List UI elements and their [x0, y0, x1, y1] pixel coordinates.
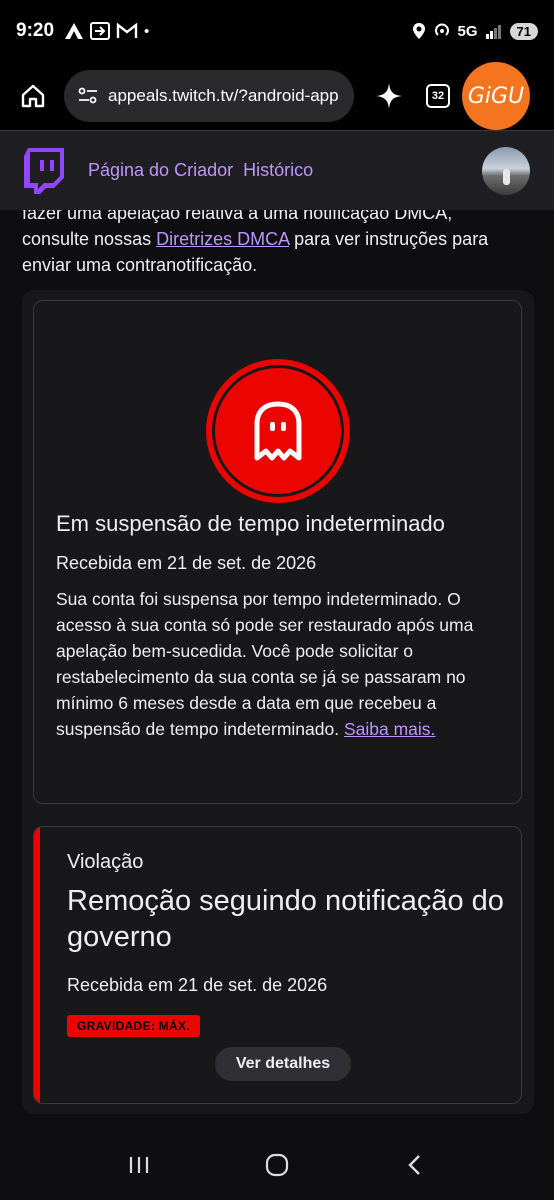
avatar[interactable]: [482, 146, 530, 195]
suspension-status-badge: [206, 359, 350, 503]
home-button[interactable]: [18, 81, 48, 111]
recent-apps-icon: [129, 1157, 149, 1173]
home-circle-icon: [265, 1153, 289, 1177]
mail-icon: [116, 23, 138, 39]
twitch-logo-icon[interactable]: [24, 147, 64, 194]
site-header: Página do Criador Histórico: [0, 130, 554, 210]
url-text: appeals.twitch.tv/?android-app: [108, 86, 339, 105]
home-icon: [21, 84, 45, 108]
severity-badge: GRAVIDADE: MÁX.: [67, 1015, 200, 1037]
nav-history[interactable]: Histórico: [243, 160, 313, 181]
status-time: 9:20: [16, 20, 55, 41]
violation-title: Remoção seguindo notificação do governo: [67, 885, 504, 953]
back-button[interactable]: [395, 1145, 435, 1185]
battery-level: 71: [509, 22, 538, 40]
status-bar: 9:20 • 5G 71: [0, 0, 554, 62]
violation-card: Violação Remoção seguindo notificação do…: [33, 826, 522, 1104]
hotspot-icon: [433, 22, 451, 40]
location-icon: [412, 22, 426, 40]
browser-toolbar: appeals.twitch.tv/?android-app 32 GiGU: [0, 62, 554, 130]
suspension-body-text: Sua conta foi suspensa por tempo indeter…: [56, 589, 474, 739]
suspension-description: Sua conta foi suspensa por tempo indeter…: [56, 586, 508, 742]
site-settings-icon[interactable]: [78, 87, 98, 105]
nav-app-icon: [64, 22, 84, 40]
signal-icon: [485, 23, 503, 39]
nav-creator-page[interactable]: Página do Criador: [88, 160, 233, 181]
notification-dot-icon: •: [144, 22, 150, 40]
forward-box-icon: [90, 22, 111, 40]
back-icon: [408, 1155, 420, 1175]
home-nav-button[interactable]: [257, 1145, 297, 1185]
sparkle-icon: [376, 83, 402, 109]
learn-more-link[interactable]: Saiba mais.: [344, 719, 435, 739]
violation-severity-bar: [34, 827, 40, 1103]
suspension-card: Em suspensão de tempo indeterminado Rece…: [33, 300, 522, 804]
profile-button[interactable]: GiGU: [462, 62, 530, 130]
violation-label: Violação: [67, 851, 144, 873]
view-details-button[interactable]: Ver detalhes: [215, 1047, 351, 1081]
url-bar[interactable]: appeals.twitch.tv/?android-app: [64, 70, 354, 122]
network-label: 5G: [457, 22, 478, 40]
intro-text: fazer uma apelação relativa a uma notifi…: [22, 200, 522, 278]
suspension-date: Recebida em 21 de set. de 2026: [56, 553, 317, 573]
suspension-title: Em suspensão de tempo indeterminado: [56, 511, 445, 536]
tab-switcher-button[interactable]: 32: [426, 84, 450, 108]
system-nav-bar: [0, 1130, 554, 1200]
recent-apps-button[interactable]: [119, 1145, 159, 1185]
violation-date: Recebida em 21 de set. de 2026: [67, 975, 328, 995]
dmca-guidelines-link[interactable]: Diretrizes DMCA: [156, 229, 289, 249]
assistant-button[interactable]: [374, 81, 404, 111]
ghost-icon: [254, 401, 302, 461]
